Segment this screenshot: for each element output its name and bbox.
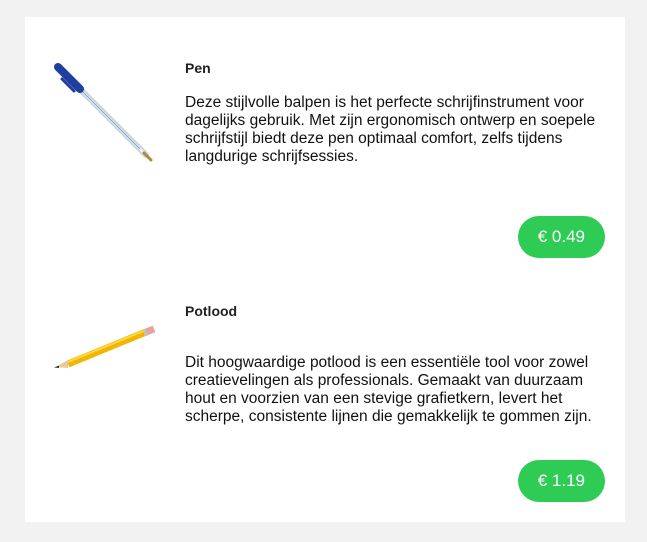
product-card-pen: Pen Deze stijlvolle balpen is het perfec… — [25, 17, 625, 260]
product-description: Deze stijlvolle balpen is het perfecte s… — [185, 94, 596, 165]
product-description: Dit hoogwaardige potlood is een essentië… — [185, 354, 592, 425]
price-button[interactable]: € 1.19 — [517, 460, 605, 502]
pencil-icon — [54, 325, 156, 368]
price-button[interactable]: € 0.49 — [517, 216, 605, 258]
ballpoint-pen-icon — [54, 63, 153, 162]
product-list: Pen Deze stijlvolle balpen is het perfec… — [25, 17, 625, 522]
product-name: Pen — [185, 60, 211, 76]
product-card-potlood: Potlood Dit hoogwaardige potlood is een … — [25, 260, 625, 522]
product-name: Potlood — [185, 303, 238, 319]
